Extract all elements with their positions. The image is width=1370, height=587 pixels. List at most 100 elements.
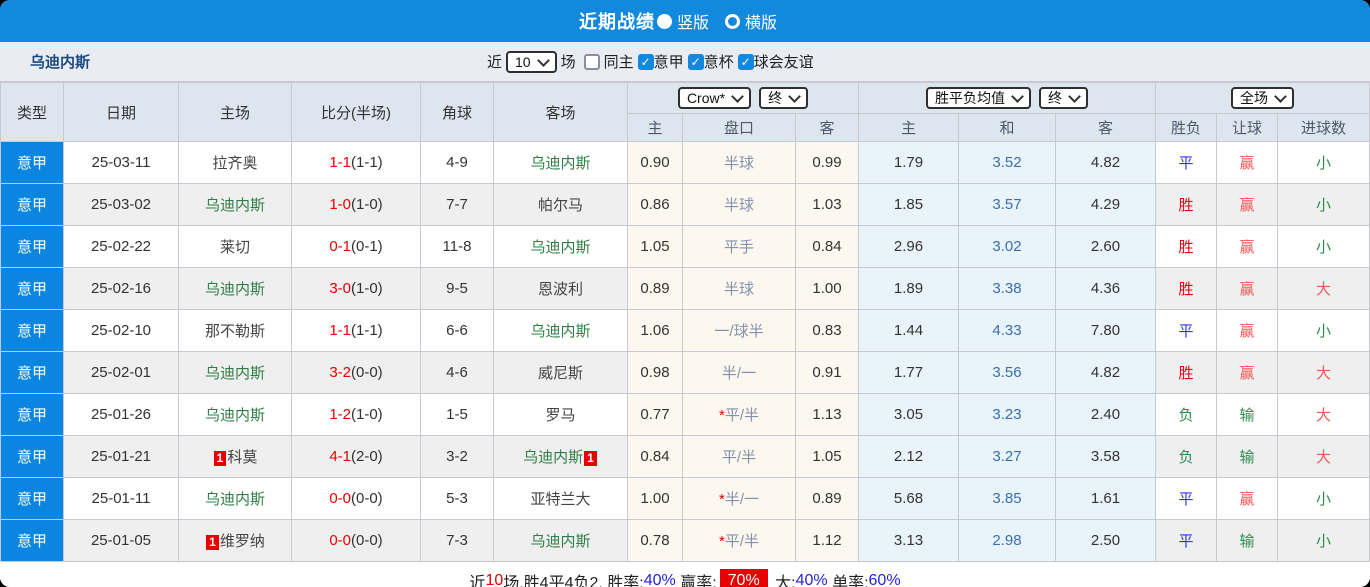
ah-line-cell: *平/半 — [682, 393, 796, 436]
red-card-badge: 1 — [213, 451, 227, 466]
goals-cell: 大 — [1277, 351, 1370, 394]
date-cell: 25-01-26 — [63, 393, 179, 436]
scope-select[interactable]: 全场 — [1231, 87, 1295, 109]
handicap-line: 一/球半 — [714, 323, 764, 340]
header-eu-draw: 和 — [958, 113, 1057, 142]
filter-checkbox-italy-cup[interactable]: ✓ — [687, 53, 704, 70]
score-half: (1-0) — [351, 406, 383, 423]
corners-cell: 4-9 — [420, 141, 494, 184]
corners-cell: 5-3 — [420, 477, 494, 520]
corners-cell: 1-5 — [420, 393, 494, 436]
eu-away-odds-cell: 1.61 — [1055, 477, 1157, 520]
score-half: (1-0) — [351, 196, 383, 213]
score-full: 0-0 — [329, 532, 351, 549]
chevron-down-icon — [788, 90, 801, 103]
handicap-result-cell: 输 — [1216, 393, 1279, 436]
team-name: 乌迪内斯 — [204, 197, 265, 214]
ah-line-cell: 平手 — [682, 225, 796, 268]
result-cell: 胜 — [1155, 351, 1218, 394]
handicap-line: 半球 — [723, 281, 754, 298]
filter-group: 近 10 场 同主 ✓ 意甲 ✓ 意杯 ✓ 球会友谊 — [487, 50, 814, 73]
team-name: 维罗纳 — [219, 533, 265, 550]
eu-home-odds-cell: 2.12 — [858, 435, 960, 478]
handicap-line: 平/半 — [724, 533, 759, 550]
ah-company-select[interactable]: Crow* — [677, 87, 752, 109]
filter-checkbox-serie-a[interactable]: ✓ — [637, 53, 654, 70]
radio-vertical-label[interactable]: 竖版 — [677, 9, 709, 33]
header-date: 日期 — [63, 82, 179, 142]
radio-horizontal-layout[interactable] — [725, 13, 740, 29]
corners-cell: 4-6 — [420, 351, 494, 394]
ah-home-odds-cell: 1.05 — [627, 225, 683, 268]
score-cell: 0-1(0-1) — [291, 225, 421, 268]
header-eu-home: 主 — [858, 113, 960, 142]
eu-time-select[interactable]: 终 — [1039, 87, 1089, 109]
red-card-badge: 1 — [206, 535, 219, 550]
table-row: 意甲 25-03-02 乌迪内斯 1-0(1-0) 7-7 帕尔马 0.86 半… — [0, 183, 1370, 226]
ah-away-odds-cell: 0.89 — [794, 477, 860, 520]
filter-checkbox-label-serie-a[interactable]: 意甲 — [654, 51, 684, 72]
league-cell: 意甲 — [0, 351, 64, 394]
filter-checkbox-club-friendly[interactable]: ✓ — [737, 53, 754, 70]
away-team-cell: 帕尔马 — [493, 183, 628, 226]
recent-count-select[interactable]: 10 — [506, 50, 557, 73]
eu-home-odds-cell: 1.85 — [858, 183, 960, 226]
header-score: 比分(半场) — [291, 82, 421, 142]
header-ah-away: 客 — [794, 113, 860, 142]
away-team-cell: 乌迪内斯 1 — [493, 435, 628, 478]
scope-select-group: 全场 — [1155, 82, 1370, 114]
handicap-line: 半球 — [723, 155, 754, 172]
radio-vertical-layout[interactable] — [656, 13, 672, 29]
team-name: 恩波利 — [537, 281, 583, 298]
home-team-cell: 乌迪内斯 — [178, 267, 292, 310]
table-row: 意甲 25-02-01 乌迪内斯 3-2(0-0) 4-6 威尼斯 0.98 半… — [0, 351, 1370, 394]
header-corners: 角球 — [420, 82, 494, 142]
ah-away-odds-cell: 0.83 — [794, 309, 860, 352]
eu-away-odds-cell: 2.50 — [1055, 519, 1157, 562]
eu-draw-odds-cell: 3.57 — [958, 183, 1057, 226]
ah-time-select[interactable]: 终 — [759, 87, 809, 109]
ah-home-odds-cell: 0.78 — [627, 519, 683, 562]
filter-checkbox-same-home[interactable] — [583, 53, 600, 70]
team-name: 乌迪内斯 — [530, 533, 591, 550]
team-name: 乌迪内斯 — [204, 491, 265, 508]
filter-checkbox-label-same-home[interactable]: 同主 — [604, 51, 634, 72]
summary-segment: 70% — [719, 568, 768, 587]
result-cell: 负 — [1155, 435, 1218, 478]
goals-cell: 小 — [1277, 477, 1370, 520]
header-ah-home: 主 — [627, 113, 683, 142]
date-cell: 25-01-11 — [63, 477, 179, 520]
eu-draw-odds-cell: 3.52 — [958, 141, 1057, 184]
eu-company-select[interactable]: 胜平负均值 — [926, 87, 1032, 109]
home-team-cell: 1 维罗纳 — [178, 519, 292, 562]
team-name: 乌迪内斯 — [530, 239, 591, 256]
away-team-cell: 乌迪内斯 — [493, 141, 628, 184]
eu-draw-odds-cell: 2.98 — [958, 519, 1057, 562]
team-name: 乌迪内斯 — [523, 449, 584, 466]
ah-home-odds-cell: 1.06 — [627, 309, 683, 352]
corners-cell: 6-6 — [420, 309, 494, 352]
header-goals: 进球数 — [1277, 113, 1370, 142]
table-row: 意甲 25-01-05 1 维罗纳 0-0(0-0) 7-3 乌迪内斯 0.78 … — [0, 519, 1370, 562]
score-full: 1-0 — [329, 196, 351, 213]
filter-checkbox-label-italy-cup[interactable]: 意杯 — [704, 51, 734, 72]
goals-cell: 小 — [1277, 309, 1370, 352]
eu-home-odds-cell: 3.05 — [858, 393, 960, 436]
eu-select-group: 胜平负均值 终 — [858, 82, 1157, 114]
result-cell: 胜 — [1155, 183, 1218, 226]
league-cell: 意甲 — [0, 477, 64, 520]
date-cell: 25-01-05 — [63, 519, 179, 562]
ah-line-cell: 半球 — [682, 141, 796, 184]
ah-away-odds-cell: 1.00 — [794, 267, 860, 310]
eu-draw-odds-cell: 3.02 — [958, 225, 1057, 268]
date-cell: 25-02-01 — [63, 351, 179, 394]
score-half: (0-1) — [351, 238, 383, 255]
chevron-down-icon — [536, 53, 550, 67]
filter-checkbox-label-club-friendly[interactable]: 球会友谊 — [754, 51, 814, 72]
handicap-line: 半/一 — [724, 491, 759, 508]
ah-line-cell: *平/半 — [682, 519, 796, 562]
radio-horizontal-label[interactable]: 横版 — [745, 9, 777, 33]
score-full: 3-0 — [329, 280, 351, 297]
team-name: 亚特兰大 — [530, 491, 591, 508]
title-bar: 近期战绩 竖版 横版 — [0, 0, 1370, 42]
